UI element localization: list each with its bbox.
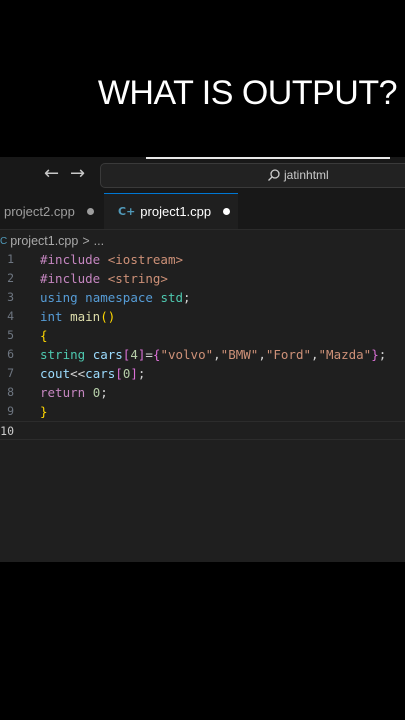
line-number: 2 — [7, 271, 14, 285]
code-text: return 0; — [40, 385, 108, 400]
code-text: { — [40, 328, 48, 343]
code-text: #include <iostream> — [40, 252, 184, 267]
code-text: } — [40, 404, 48, 419]
line-number: 8 — [7, 385, 14, 399]
line-number: 7 — [7, 366, 14, 380]
breadcrumb: C project1.cpp > ... — [0, 230, 104, 252]
tab-bar: project2.cpp C+ project1.cpp — [0, 193, 405, 230]
back-arrow-icon[interactable]: ← — [44, 163, 59, 184]
question-heading: WHAT IS OUTPUT? — [97, 74, 398, 112]
breadcrumb-more[interactable]: ... — [94, 234, 104, 248]
command-center-search[interactable]: jatinhtml — [100, 163, 405, 188]
unsaved-dot-icon[interactable] — [86, 207, 94, 215]
line-number: 9 — [7, 404, 14, 418]
tab-label: project2.cpp — [4, 203, 75, 219]
line-number: 10 — [0, 424, 14, 438]
title-accent-line — [146, 157, 390, 159]
code-area[interactable]: 1 #include <iostream> 2 #include <string> 3 u… — [0, 250, 405, 440]
code-editor-window: ← → jatinhtml project2.cpp C+ project1.c… — [0, 157, 405, 562]
code-line[interactable]: 5{ — [0, 326, 405, 345]
code-line[interactable]: 10 — [0, 421, 405, 440]
code-text: string cars[4]={"volvo","BMW","Ford","Ma… — [40, 347, 387, 362]
title-bar: ← → jatinhtml — [0, 157, 405, 193]
search-icon — [268, 169, 280, 181]
code-text: using namespace std; — [40, 290, 191, 305]
line-number: 1 — [7, 252, 14, 266]
video-frame: WHAT IS OUTPUT? ← → jatinhtml project2.c… — [0, 0, 405, 720]
cpp-file-icon: C — [0, 235, 8, 247]
tab-project2[interactable]: project2.cpp — [0, 193, 104, 229]
line-number: 3 — [7, 290, 14, 304]
line-number: 4 — [7, 309, 14, 323]
line-number: 5 — [7, 328, 14, 342]
code-line[interactable]: 8 return 0; — [0, 383, 405, 402]
unsaved-dot-icon[interactable] — [223, 208, 231, 215]
code-line[interactable]: 7 cout<<cars[0]; — [0, 364, 405, 383]
line-number: 6 — [7, 347, 14, 361]
forward-arrow-icon[interactable]: → — [70, 163, 85, 184]
code-line[interactable]: 4 int main() — [0, 307, 405, 326]
tab-project1[interactable]: C+ project1.cpp — [104, 193, 238, 229]
code-text: int main() — [40, 309, 116, 324]
code-line[interactable]: 3 using namespace std; — [0, 288, 405, 307]
breadcrumb-file[interactable]: project1.cpp — [10, 234, 78, 248]
code-line[interactable]: 1 #include <iostream> — [0, 250, 405, 269]
cpp-file-icon: C+ — [118, 205, 136, 218]
tab-label: project1.cpp — [140, 204, 212, 219]
breadcrumb-separator: > — [82, 234, 90, 248]
code-line[interactable]: 2 #include <string> — [0, 269, 405, 288]
code-text: cout<<cars[0]; — [40, 366, 146, 381]
code-text: #include <string> — [40, 271, 168, 286]
code-line[interactable]: 9} — [0, 402, 405, 421]
search-text: jatinhtml — [284, 168, 329, 182]
code-line[interactable]: 6 string cars[4]={"volvo","BMW","Ford","M… — [0, 345, 405, 364]
